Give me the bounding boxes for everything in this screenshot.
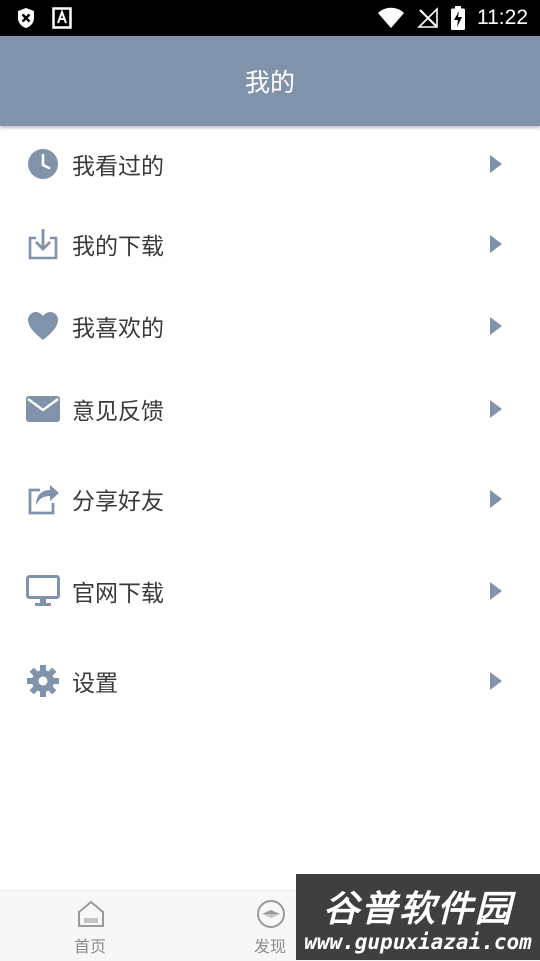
app-bar: 我的 [0, 36, 540, 126]
menu-item-label: 我的下载 [72, 234, 164, 260]
mail-icon [26, 392, 60, 426]
tab-home[interactable]: 首页 [30, 891, 150, 961]
chevron-right-icon [490, 400, 502, 418]
menu-item-downloads[interactable]: 我的下载 [0, 202, 540, 286]
chevron-right-icon [490, 155, 502, 173]
status-right-icons: 11:22 [377, 0, 528, 36]
status-left-icons [16, 7, 72, 29]
share-icon [26, 482, 60, 516]
shield-x-icon [18, 8, 34, 28]
chevron-right-icon [490, 672, 502, 690]
status-time: 11:22 [477, 6, 528, 29]
status-bar: 11:22 [0, 0, 540, 36]
monitor-icon [26, 574, 60, 608]
menu-item-label: 我喜欢的 [72, 316, 164, 342]
menu-item-label: 官网下载 [72, 581, 164, 607]
wifi-icon [378, 7, 404, 28]
page-title: 我的 [244, 68, 295, 97]
menu-item-share[interactable]: 分享好友 [0, 452, 540, 546]
chevron-right-icon [490, 490, 502, 508]
no-signal-icon [417, 7, 438, 28]
discover-icon [257, 900, 285, 928]
heart-icon [26, 309, 60, 343]
menu-item-label: 分享好友 [72, 489, 164, 515]
menu-item-favorites[interactable]: 我喜欢的 [0, 286, 540, 366]
menu-list: 我看过的 我的下载 我喜欢的 意见反馈 分享好友 官网下载 设置 [0, 126, 540, 726]
menu-item-feedback[interactable]: 意见反馈 [0, 366, 540, 452]
menu-item-label: 设置 [72, 671, 118, 697]
font-app-icon [52, 7, 72, 29]
chevron-right-icon [490, 235, 502, 253]
clock-icon [26, 147, 60, 181]
watermark-title: 谷普软件园 [322, 889, 513, 930]
site-watermark: 谷普软件园 www.gupuxiazai.com [296, 874, 540, 960]
tab-label: 首页 [73, 937, 106, 956]
menu-item-settings[interactable]: 设置 [0, 636, 540, 726]
chevron-right-icon [490, 317, 502, 335]
home-icon [78, 900, 104, 927]
chevron-right-icon [490, 582, 502, 600]
gear-icon [26, 664, 60, 698]
menu-item-history[interactable]: 我看过的 [0, 126, 540, 202]
menu-item-label: 我看过的 [72, 154, 164, 180]
menu-item-label: 意见反馈 [72, 399, 164, 425]
watermark-url: www.gupuxiazai.com [304, 930, 532, 954]
battery-charging-icon [451, 6, 465, 30]
download-icon [26, 227, 60, 261]
menu-item-website-download[interactable]: 官网下载 [0, 546, 540, 636]
